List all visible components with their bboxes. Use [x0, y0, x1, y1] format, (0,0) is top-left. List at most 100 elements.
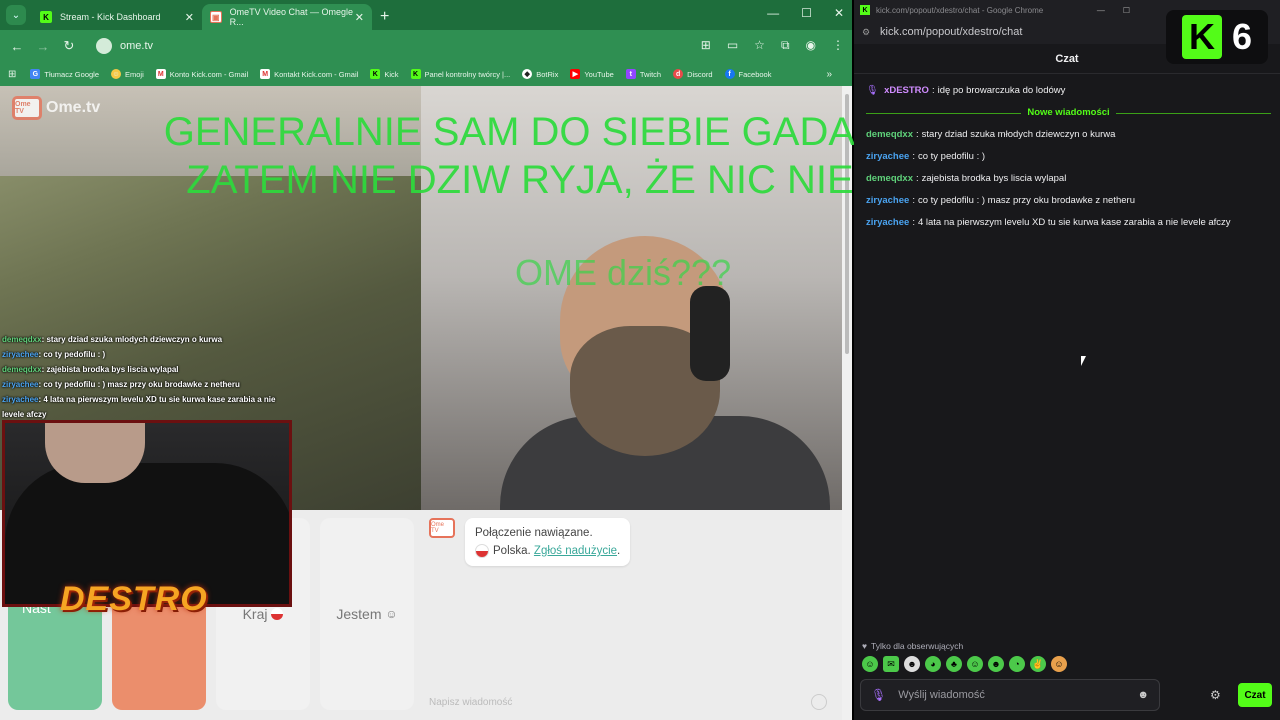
chat-text: zajebista brodka bys liscia wylapal	[921, 173, 1067, 184]
site-info-icon[interactable]	[96, 38, 112, 54]
streamer-facecam	[2, 420, 292, 607]
pinned-message: 🎙 xDESTRO: idę po browarczuka do lodówy	[866, 80, 1271, 102]
kick-logo-icon: K	[1181, 15, 1222, 59]
emote-icon[interactable]: ☻	[988, 656, 1004, 672]
bookmark-label: Konto Kick.com - Gmail	[169, 69, 249, 79]
chat-text: co ty pedofilu : )	[917, 151, 986, 162]
reload-icon[interactable]: ↻	[56, 38, 82, 54]
site-settings-icon[interactable]: ⚙	[862, 27, 870, 38]
chat-text: : stary dziad szuka mlodych dziewczyn o …	[41, 335, 223, 344]
toolbar-icons: ⊞ ▭ ☆ ⧉ ◉ ⋮	[701, 38, 844, 53]
chat-username: demeqdxx	[2, 365, 42, 374]
apps-icon[interactable]: ⊞	[8, 69, 16, 80]
ometv-message-input[interactable]: Napisz wiadomość	[429, 690, 831, 714]
extensions-icon[interactable]: ⧉	[781, 38, 790, 53]
chat-username: ziryachee	[2, 395, 39, 404]
ometv-icon: ▣	[210, 11, 222, 23]
emoji-icon: ☺	[111, 69, 121, 79]
tab-ometv[interactable]: ▣ OmeTV Video Chat — Omegle R... ✕	[202, 4, 372, 30]
chat-username[interactable]: ziryachee	[866, 212, 909, 234]
emote-icon[interactable]: ☻	[904, 656, 920, 672]
ometv-tv-icon: Ome TV	[429, 518, 455, 538]
emote-icon[interactable]: ☺	[1051, 656, 1067, 672]
chat-username[interactable]: xDESTRO	[884, 80, 929, 102]
tab-kick-dashboard[interactable]: K Stream - Kick Dashboard ✕	[32, 4, 202, 30]
maximize-icon[interactable]: ☐	[1123, 6, 1130, 15]
overlay-chat-line: ziryachee: 4 lata na pierwszym levelu XD…	[2, 392, 292, 422]
window-controls: — ☐	[1097, 6, 1130, 15]
new-tab-button[interactable]: +	[380, 8, 389, 26]
bookmark-label: Kick	[384, 69, 399, 79]
boy-emoji-icon: ☺	[385, 607, 398, 621]
chat-username[interactable]: demeqdxx	[866, 124, 913, 146]
emoji-icon[interactable]	[811, 694, 827, 710]
bookmark-label: Emoji	[125, 69, 144, 79]
emote-icon[interactable]: ◔	[1009, 656, 1025, 672]
url-field[interactable]: ome.tv	[90, 35, 670, 57]
emote-icon[interactable]: ✌	[1030, 656, 1046, 672]
bookmark-kick-panel[interactable]: K Panel kontrolny twórcy |...	[410, 69, 511, 79]
gmail-icon: M	[155, 69, 166, 79]
input-placeholder: Napisz wiadomość	[429, 696, 513, 708]
chat-text: : co ty pedofilu : ) masz przy oku broda…	[38, 380, 240, 389]
bookmark-label: Facebook	[738, 69, 772, 79]
translate-icon[interactable]: ⊞	[701, 38, 711, 53]
bookmark-twitch[interactable]: t Twitch	[625, 69, 661, 79]
menu-icon[interactable]: ⋮	[832, 38, 844, 53]
emote-icon[interactable]: ☺	[862, 656, 878, 672]
kick-chat-window: K kick.com/popout/xdestro/chat - Google …	[854, 0, 1280, 720]
bookmark-youtube[interactable]: ▶ YouTube	[570, 69, 614, 79]
profile-avatar[interactable]: ◉	[806, 38, 816, 53]
more-bookmarks-icon[interactable]: »	[826, 69, 832, 80]
chat-text: co ty pedofilu : ) masz przy oku brodawk…	[917, 195, 1135, 206]
minimize-icon[interactable]: —	[767, 6, 779, 20]
chat-text: : co ty pedofilu : )	[38, 350, 106, 359]
cast-icon[interactable]: ▭	[727, 38, 738, 53]
followers-only-text: Tylko dla obserwujących	[871, 641, 964, 651]
emote-icon[interactable]: ☺	[967, 656, 983, 672]
maximize-icon[interactable]: ☐	[801, 6, 812, 20]
bookmark-kick[interactable]: K Kick	[370, 69, 399, 79]
bookmark-label: YouTube	[584, 69, 614, 79]
chat-username[interactable]: demeqdxx	[866, 168, 913, 190]
bookmark-botrix[interactable]: ◆ BotRix	[522, 69, 558, 79]
emote-icon[interactable]: ◕	[925, 656, 941, 672]
message-bubble: Połączenie nawiązane. Polska. Zgłoś nadu…	[465, 518, 631, 566]
close-window-icon[interactable]: ✕	[834, 6, 844, 20]
close-icon[interactable]: ✕	[185, 11, 194, 24]
bookmark-facebook[interactable]: f Facebook	[724, 69, 772, 79]
chat-username[interactable]: ziryachee	[866, 190, 909, 212]
report-abuse-link[interactable]: Zgłoś nadużycie	[534, 545, 617, 557]
chat-text: : zajebista brodka bys liscia wylapal	[41, 365, 179, 374]
input-placeholder: Wyślij wiadomość	[898, 689, 985, 701]
bookmark-gmail-2[interactable]: M Kontakt Kick.com - Gmail	[260, 69, 358, 79]
back-icon[interactable]: ←	[4, 39, 30, 54]
close-icon[interactable]: ✕	[355, 11, 364, 24]
emoji-picker-icon[interactable]: ☻	[1137, 689, 1149, 701]
country-label: Kraj	[242, 606, 268, 622]
star-icon[interactable]: ☆	[754, 38, 765, 53]
bookmark-discord[interactable]: d Discord	[673, 69, 713, 79]
send-chat-button[interactable]: Czat	[1238, 683, 1272, 707]
emote-icon[interactable]: ♣	[946, 656, 962, 672]
divider-label: Nowe wiadomości	[1027, 107, 1110, 118]
minimize-icon[interactable]: —	[1097, 6, 1105, 15]
emote-icon[interactable]: ✉	[883, 656, 899, 672]
url-text: kick.com/popout/xdestro/chat	[880, 26, 1023, 38]
tab-strip: ⌄ K Stream - Kick Dashboard ✕ ▣ OmeTV Vi…	[0, 0, 852, 30]
chat-input[interactable]: 🎙 Wyślij wiadomość ☻	[860, 679, 1160, 711]
discord-icon: d	[673, 69, 684, 79]
bookmark-gmail-1[interactable]: M Konto Kick.com - Gmail	[155, 69, 249, 79]
gender-button[interactable]: Jestem ☺	[320, 518, 414, 710]
heart-icon: ♥	[862, 641, 868, 651]
chat-username[interactable]: ziryachee	[866, 146, 909, 168]
bookmark-emoji[interactable]: ☺ Emoji	[111, 69, 144, 79]
tab-search-button[interactable]: ⌄	[6, 5, 26, 25]
connected-text: Połączenie nawiązane.	[475, 527, 593, 539]
microphone-image	[690, 286, 730, 381]
forward-icon[interactable]: →	[30, 39, 56, 54]
bookmark-google-translate[interactable]: G Tłumacz Google	[30, 69, 99, 79]
chat-message: demeqdxx: zajebista brodka bys liscia wyl…	[866, 168, 1271, 190]
bookmark-label: Panel kontrolny twórcy |...	[424, 69, 511, 79]
chat-settings-icon[interactable]: ⚙	[1210, 688, 1221, 702]
